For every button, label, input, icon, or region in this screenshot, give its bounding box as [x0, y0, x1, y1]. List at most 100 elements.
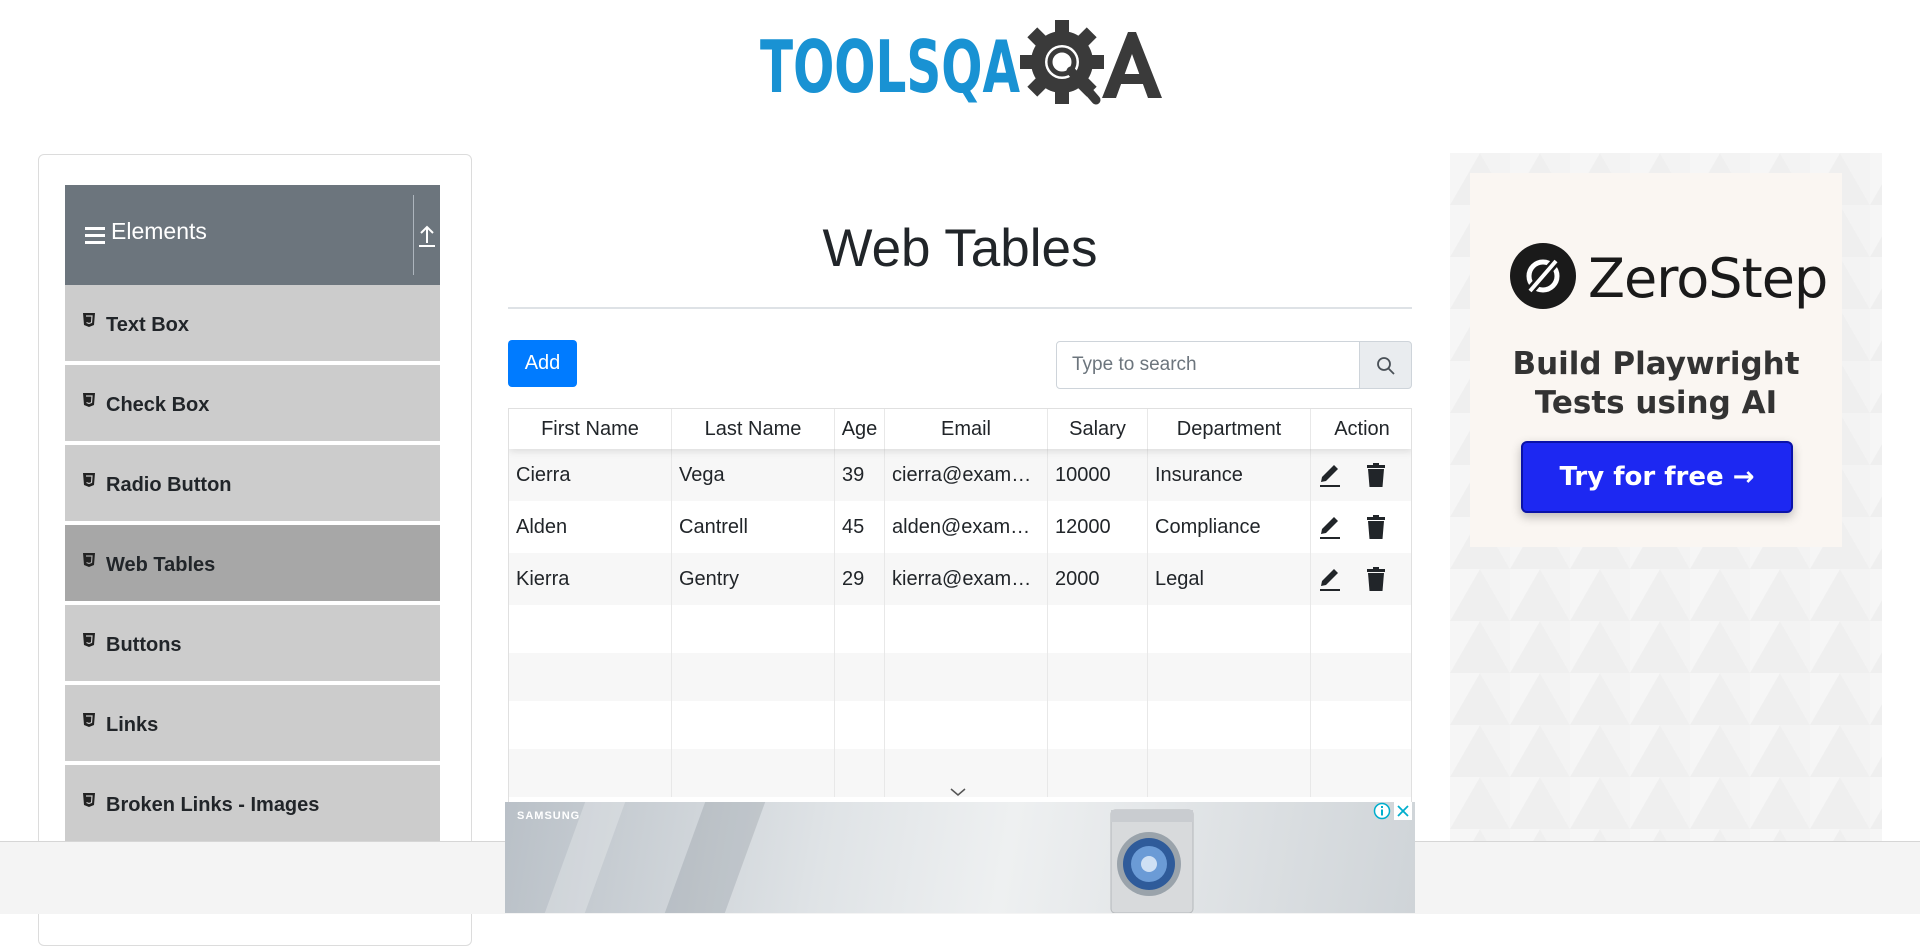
search-button[interactable] — [1359, 341, 1412, 389]
cell-empty — [1048, 605, 1148, 653]
toolsqa-logo[interactable]: TOOLSQA — [758, 14, 1168, 114]
search-box — [1056, 341, 1412, 389]
delete-icon[interactable] — [1363, 514, 1389, 540]
cell-age: 45 — [835, 501, 885, 553]
cell-age: 39 — [835, 449, 885, 501]
html5-icon — [83, 553, 95, 567]
samsung-brand: SAMSUNG — [517, 810, 581, 822]
cell-empty — [672, 653, 835, 701]
html5-icon — [83, 633, 95, 647]
cell-empty — [672, 749, 835, 797]
column-header-action: Action — [1334, 418, 1390, 440]
cell-email: cierra@example.com — [885, 449, 1048, 501]
cell-action — [1311, 501, 1411, 553]
ad-close-icon[interactable] — [1394, 802, 1412, 820]
sidebar-item-label: Radio Button — [106, 474, 232, 496]
column-header-last-name[interactable]: Last Name — [672, 409, 835, 449]
arrow-up-icon — [419, 225, 435, 247]
cell-department: Legal — [1148, 553, 1311, 605]
web-table: First Name Last Name Age Email Salary De… — [508, 408, 1412, 808]
try-for-free-button[interactable]: Try for free → — [1521, 441, 1793, 513]
cell-email: kierra@example.com — [885, 553, 1048, 605]
chevron-down-icon[interactable] — [949, 786, 967, 798]
ad-shadow-stripe — [664, 802, 766, 913]
table-row: Cierra Vega 39 cierra@example.com 10000 … — [509, 449, 1411, 501]
logo-text: TOOLSQA — [760, 25, 1020, 109]
cell-salary: 12000 — [1048, 501, 1148, 553]
cell-empty — [1148, 605, 1311, 653]
left-panel: Elements Text Box Check Box Radio Button… — [38, 154, 472, 946]
cell-department: Compliance — [1148, 501, 1311, 553]
table-row: Alden Cantrell 45 alden@example.com 1200… — [509, 501, 1411, 553]
column-header-age[interactable]: Age — [835, 409, 885, 449]
title-divider — [508, 307, 1412, 309]
edit-icon[interactable] — [1317, 462, 1343, 488]
cell-action — [1311, 449, 1411, 501]
cell-empty — [885, 701, 1048, 749]
cell-last-name: Cantrell — [672, 501, 835, 553]
cell-first-name: Cierra — [509, 449, 672, 501]
cell-empty — [509, 749, 672, 797]
sidebar-item-check-box[interactable]: Check Box — [65, 365, 440, 443]
sidebar-item-text-box[interactable]: Text Box — [65, 285, 440, 363]
cell-last-name: Gentry — [672, 553, 835, 605]
edit-icon[interactable] — [1317, 514, 1343, 540]
html5-icon — [83, 313, 95, 327]
column-header-first-name[interactable]: First Name — [509, 409, 672, 449]
sidebar-item-links[interactable]: Links — [65, 685, 440, 763]
cell-salary: 10000 — [1048, 449, 1148, 501]
cell-empty — [509, 701, 672, 749]
zerostep-ad-card: ZeroStep Build Playwright Tests using AI… — [1470, 173, 1842, 547]
cell-empty — [1048, 749, 1148, 797]
column-header-salary[interactable]: Salary — [1048, 409, 1148, 449]
cell-empty — [835, 701, 885, 749]
sidebar-item-label: Check Box — [106, 394, 210, 416]
table-header: First Name Last Name Age Email Salary De… — [509, 409, 1411, 449]
sidebar-item-label: Web Tables — [106, 554, 216, 576]
cell-email: alden@example.com — [885, 501, 1048, 553]
cell-empty — [509, 605, 672, 653]
table-row-empty — [509, 701, 1411, 749]
tagline-line-2: Tests using AI — [1534, 385, 1778, 421]
menu-icon — [85, 227, 105, 245]
column-header-department[interactable]: Department — [1148, 409, 1311, 449]
ad-info-icon[interactable] — [1373, 802, 1391, 820]
delete-icon[interactable] — [1363, 566, 1389, 592]
table-row: Kierra Gentry 29 kierra@example.com 2000… — [509, 553, 1411, 605]
table-row-empty — [509, 653, 1411, 701]
sidebar-item-buttons[interactable]: Buttons — [65, 605, 440, 683]
column-header-email[interactable]: Email — [885, 409, 1048, 449]
sidebar-item-broken-links-images[interactable]: Broken Links - Images — [65, 765, 440, 843]
html5-icon — [83, 793, 95, 807]
zerostep-brand: ZeroStep — [1588, 247, 1828, 310]
washing-machine-image — [1110, 809, 1194, 913]
html5-icon — [83, 393, 95, 407]
sidebar-item-label: Broken Links - Images — [106, 794, 320, 816]
cell-empty — [672, 701, 835, 749]
cell-empty — [1048, 701, 1148, 749]
delete-icon[interactable] — [1363, 462, 1389, 488]
edit-icon[interactable] — [1317, 566, 1343, 592]
cell-department: Insurance — [1148, 449, 1311, 501]
right-advertisement[interactable]: ZeroStep Build Playwright Tests using AI… — [1450, 153, 1882, 913]
collapse-button[interactable] — [397, 221, 440, 249]
sidebar-item-label: Buttons — [106, 634, 182, 656]
cell-empty — [1148, 701, 1311, 749]
sidebar-item-web-tables[interactable]: Web Tables — [65, 525, 440, 603]
cell-age: 29 — [835, 553, 885, 605]
cell-empty — [509, 653, 672, 701]
elements-group-header[interactable]: Elements — [65, 185, 440, 285]
bottom-advertisement[interactable]: SAMSUNG — [505, 802, 1415, 913]
logo-a-glyph — [1102, 32, 1162, 98]
group-title: Elements — [111, 218, 207, 244]
cell-action — [1311, 553, 1411, 605]
cell-empty — [1048, 653, 1148, 701]
tagline-line-1: Build Playwright — [1512, 346, 1800, 382]
zerostep-logo-icon — [1510, 243, 1576, 309]
add-button[interactable]: Add — [508, 340, 577, 387]
sidebar-item-radio-button[interactable]: Radio Button — [65, 445, 440, 523]
search-input[interactable] — [1056, 341, 1360, 389]
search-icon — [1377, 357, 1395, 375]
sidebar-item-label: Links — [106, 714, 159, 736]
cell-empty — [672, 605, 835, 653]
